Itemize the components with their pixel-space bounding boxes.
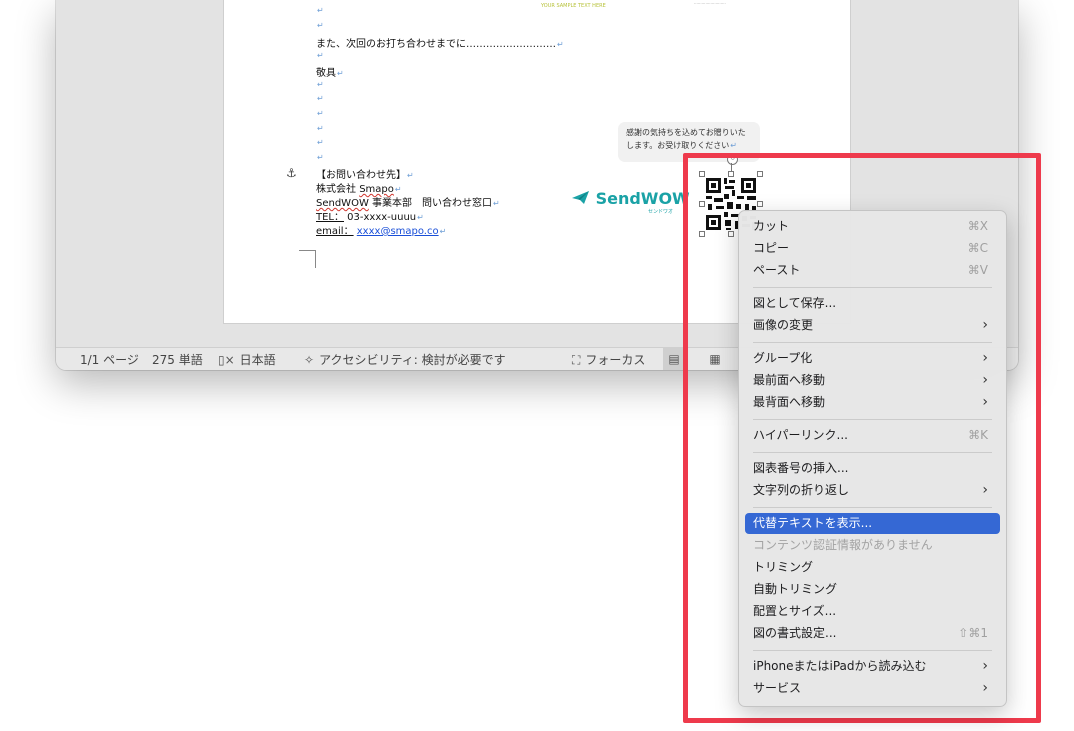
language-indicator[interactable]: ▯× 日本語 <box>218 351 276 368</box>
email-line[interactable]: email： xxxx@smapo.co↵ <box>316 222 446 237</box>
tiny-header-text: ························· <box>694 1 726 6</box>
print-layout-view-button[interactable]: ▤ <box>663 348 685 370</box>
tel-line[interactable]: TEL： 03-xxxx-uuuu↵ <box>316 208 424 223</box>
regards-line[interactable]: 敬具↵ <box>316 64 344 79</box>
empty-paragraph: ↵ <box>317 80 324 89</box>
menu-item-wrap-text[interactable]: 文字列の折り返し › <box>745 480 1000 501</box>
menu-item-auto-crop[interactable]: 自動トリミング <box>745 579 1000 600</box>
focus-button[interactable]: ⛶ フォーカス <box>572 351 645 368</box>
empty-paragraph: ↵ <box>317 153 324 162</box>
context-menu: カット ⌘X コピー ⌘C ペースト ⌘V 図として保存... 画像の変更 › グループ… <box>738 210 1007 707</box>
chevron-right-icon: › <box>982 317 988 333</box>
sample-text-caption: YOUR SAMPLE TEXT HERE <box>541 3 606 9</box>
department-line[interactable]: SendWOW 事業本部 問い合わせ窓口↵ <box>316 194 500 209</box>
empty-paragraph: ↵ <box>317 6 324 15</box>
menu-item-crop[interactable]: トリミング <box>745 557 1000 578</box>
chevron-right-icon: › <box>982 372 988 388</box>
empty-paragraph: ↵ <box>317 109 324 118</box>
company-line[interactable]: 株式会社 Smapo↵ <box>316 180 402 195</box>
chevron-right-icon: › <box>982 394 988 410</box>
menu-item-group[interactable]: グループ化 › <box>745 348 1000 369</box>
paper-plane-icon <box>572 191 589 204</box>
menu-separator <box>753 507 992 508</box>
menu-item-no-content-credentials: コンテンツ認証情報がありません <box>753 538 933 552</box>
crop-mark <box>299 250 316 268</box>
menu-item-bring-to-front[interactable]: 最前面へ移動 › <box>745 370 1000 391</box>
menu-item-position-size[interactable]: 配置とサイズ... <box>745 601 1000 622</box>
closing-line[interactable]: また、次回のお打ち合わせまでに………………………↵ <box>316 35 564 50</box>
empty-paragraph: ↵ <box>317 138 324 147</box>
proofing-icon: ▯× <box>218 353 235 367</box>
menu-item-import-from-iphone[interactable]: iPhoneまたはiPadから読み込む › <box>745 656 1000 677</box>
menu-separator <box>753 287 992 288</box>
menu-item-send-to-back[interactable]: 最背面へ移動 › <box>745 392 1000 413</box>
chevron-right-icon: › <box>982 658 988 674</box>
menu-item-change-picture[interactable]: 画像の変更 › <box>745 315 1000 336</box>
menu-item-hyperlink[interactable]: ハイパーリンク... ⌘K <box>745 425 1000 446</box>
sendwow-logo: SendWOW <box>572 189 690 208</box>
menu-item-insert-caption[interactable]: 図表番号の挿入... <box>745 458 1000 479</box>
contact-heading[interactable]: 【お問い合わせ先】↵ <box>316 166 414 181</box>
menu-separator <box>753 419 992 420</box>
menu-separator <box>753 452 992 453</box>
menu-separator <box>753 650 992 651</box>
chevron-right-icon: › <box>982 680 988 696</box>
page-count[interactable]: 1/1 ページ <box>80 351 139 368</box>
email-link[interactable]: xxxx@smapo.co <box>357 226 439 237</box>
menu-item-copy[interactable]: コピー ⌘C <box>745 238 1000 259</box>
chevron-right-icon: › <box>982 350 988 366</box>
menu-item-cut[interactable]: カット ⌘X <box>745 216 1000 237</box>
chevron-right-icon: › <box>982 482 988 498</box>
menu-separator <box>753 342 992 343</box>
menu-item-view-alt-text[interactable]: 代替テキストを表示... <box>745 513 1000 534</box>
anchor-icon: ⚓ <box>286 166 297 180</box>
menu-item-services[interactable]: サービス › <box>745 678 1000 699</box>
empty-paragraph: ↵ <box>317 51 324 60</box>
empty-paragraph: ↵ <box>317 21 324 30</box>
word-count[interactable]: 275 単語 <box>152 351 203 368</box>
logo-subtitle: センドワオ <box>648 209 674 215</box>
focus-icon: ⛶ <box>572 353 581 367</box>
empty-paragraph: ↵ <box>317 124 324 133</box>
menu-item-save-as-picture[interactable]: 図として保存... <box>745 293 1000 314</box>
empty-paragraph: ↵ <box>317 94 324 103</box>
menu-item-format-picture[interactable]: 図の書式設定... ⇧⌘1 <box>745 623 1000 644</box>
menu-item-paste[interactable]: ペースト ⌘V <box>745 260 1000 281</box>
accessibility-status[interactable]: ✧ アクセシビリティ: 検討が必要です <box>304 351 506 368</box>
accessibility-icon: ✧ <box>304 353 315 367</box>
